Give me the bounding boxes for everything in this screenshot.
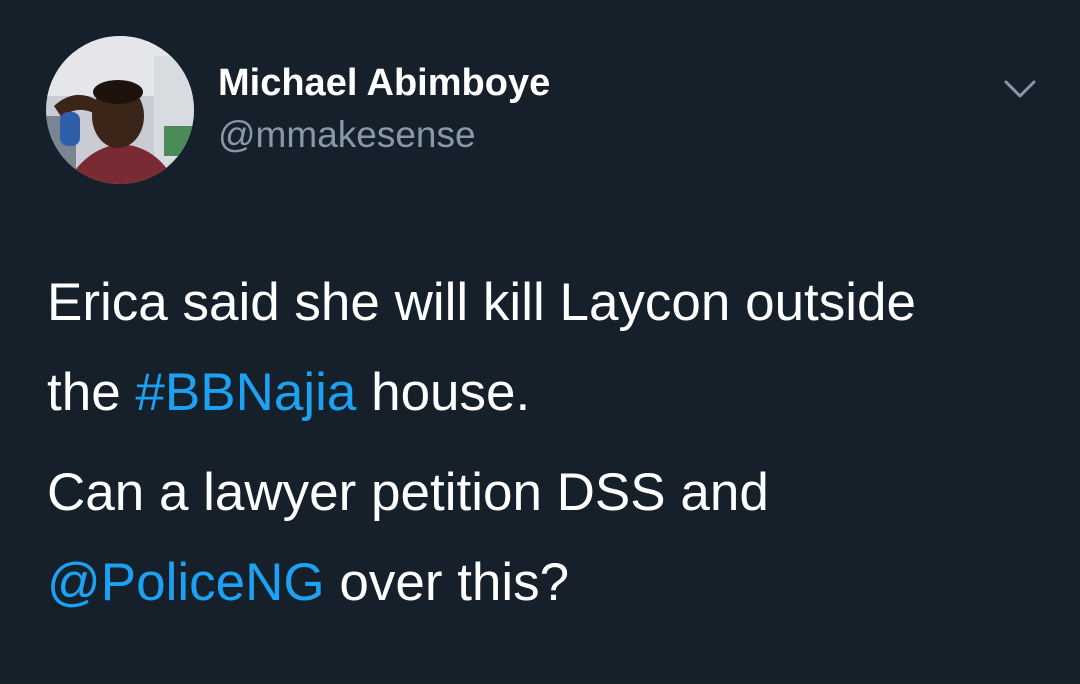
tweet-paragraph-2: Can a lawyer petition DSS and @PoliceNG o… (47, 448, 1057, 628)
author-handle[interactable]: @mmakesense (218, 112, 476, 158)
tweet-text: Erica said she will kill Laycon outside t… (47, 258, 1057, 628)
paragraph-text: the (47, 363, 136, 422)
paragraph-text: house. (356, 363, 531, 422)
tweet-paragraph-1: Erica said she will kill Laycon outside t… (47, 258, 1057, 438)
hashtag-link[interactable]: #BBNajia (135, 363, 356, 422)
paragraph-text: Erica said she will kill Laycon outside (47, 273, 917, 332)
avatar[interactable] (46, 36, 194, 184)
paragraph-text: over this? (324, 553, 570, 612)
profile-photo-icon (46, 36, 194, 184)
mention-link[interactable]: @PoliceNG (47, 553, 325, 612)
paragraph-text: Can a lawyer petition DSS and (47, 463, 769, 522)
author-name[interactable]: Michael Abimboye (218, 60, 550, 106)
chevron-down-icon[interactable] (1000, 74, 1040, 102)
tweet-card: Michael Abimboye @mmakesense Erica said … (0, 0, 1080, 684)
